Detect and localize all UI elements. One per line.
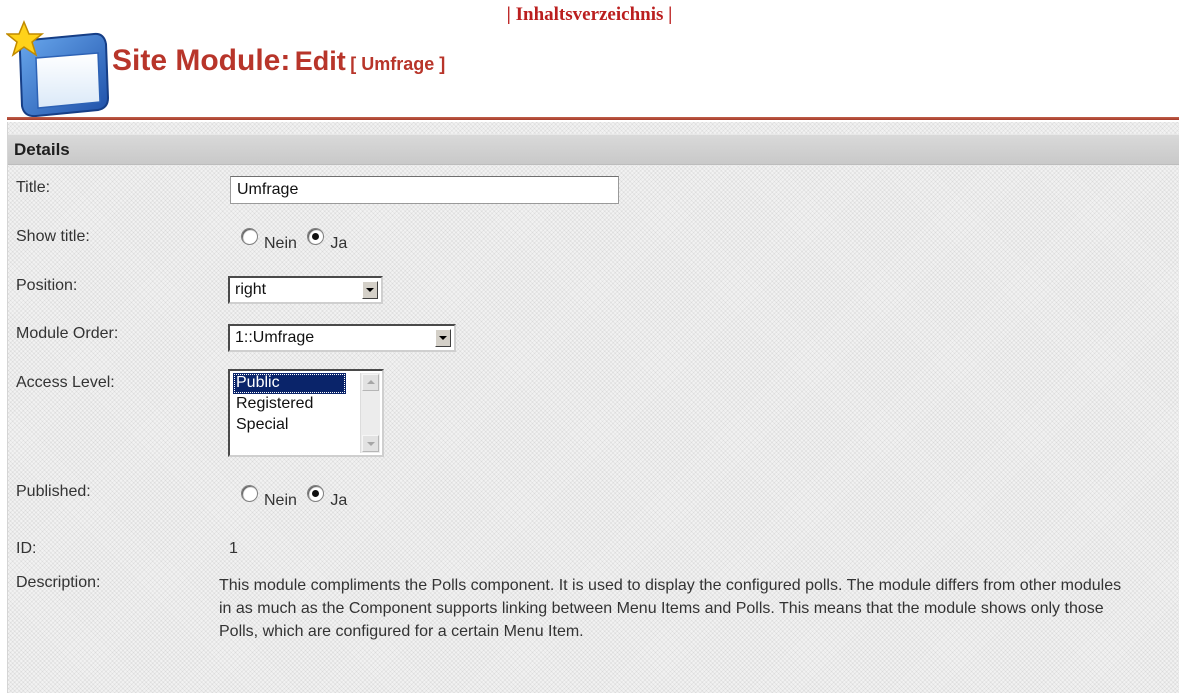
position-label: Position: [16,277,78,294]
page-title: Site Module: Edit [ Umfrage ] [112,44,445,78]
access-level-option-registered[interactable]: Registered [233,394,346,415]
description-text: This module compliments the Polls compon… [219,577,1122,640]
header-divider [7,117,1179,120]
position-select[interactable]: right [228,276,383,304]
show-title-radio-nein[interactable] [241,228,258,245]
toc-nav: | Inhaltsverzeichnis | [0,4,1179,26]
id-value: 1 [229,540,238,557]
scroll-down-icon[interactable] [362,435,379,452]
show-title-label: Show title: [16,228,90,245]
published-option-ja: Ja [330,492,348,509]
access-level-listbox[interactable]: Public Registered Special [228,369,384,457]
position-select-value: right [235,281,267,298]
published-radio-group: Nein Ja [241,485,353,509]
published-radio-ja[interactable] [307,485,325,502]
page-title-subject: [ Umfrage ] [350,54,446,74]
toc-suffix: | [663,4,673,25]
module-order-select[interactable]: 1::Umfrage [228,324,456,352]
page-title-main: Site Module: [112,44,291,77]
details-panel: Details Title: Umfrage Show title: Nein … [7,122,1179,693]
id-label: ID: [16,540,37,557]
toc-prefix: | [506,4,516,25]
page-title-action: Edit [294,46,346,76]
published-radio-nein[interactable] [241,485,258,502]
chevron-down-icon[interactable] [362,281,378,299]
show-title-option-ja: Ja [330,235,348,252]
description-label: Description: [16,574,101,591]
published-option-nein: Nein [264,492,297,509]
toc-link[interactable]: Inhaltsverzeichnis [516,4,664,25]
chevron-down-icon[interactable] [435,329,451,347]
access-level-scrollbar[interactable] [360,373,380,453]
access-level-label: Access Level: [16,374,115,391]
details-section-header: Details [8,134,1179,165]
module-order-select-value: 1::Umfrage [235,329,315,346]
module-order-label: Module Order: [16,325,119,342]
show-title-option-nein: Nein [264,235,297,252]
module-window-star-icon [6,20,110,118]
show-title-radio-ja[interactable] [307,228,325,245]
access-level-option-public[interactable]: Public [233,373,346,394]
title-label: Title: [16,179,51,196]
access-level-option-special[interactable]: Special [233,415,346,436]
details-section-title: Details [14,140,70,159]
published-label: Published: [16,483,91,500]
scroll-up-icon[interactable] [362,374,379,391]
show-title-radio-group: Nein Ja [241,228,353,252]
title-input[interactable]: Umfrage [230,176,619,204]
